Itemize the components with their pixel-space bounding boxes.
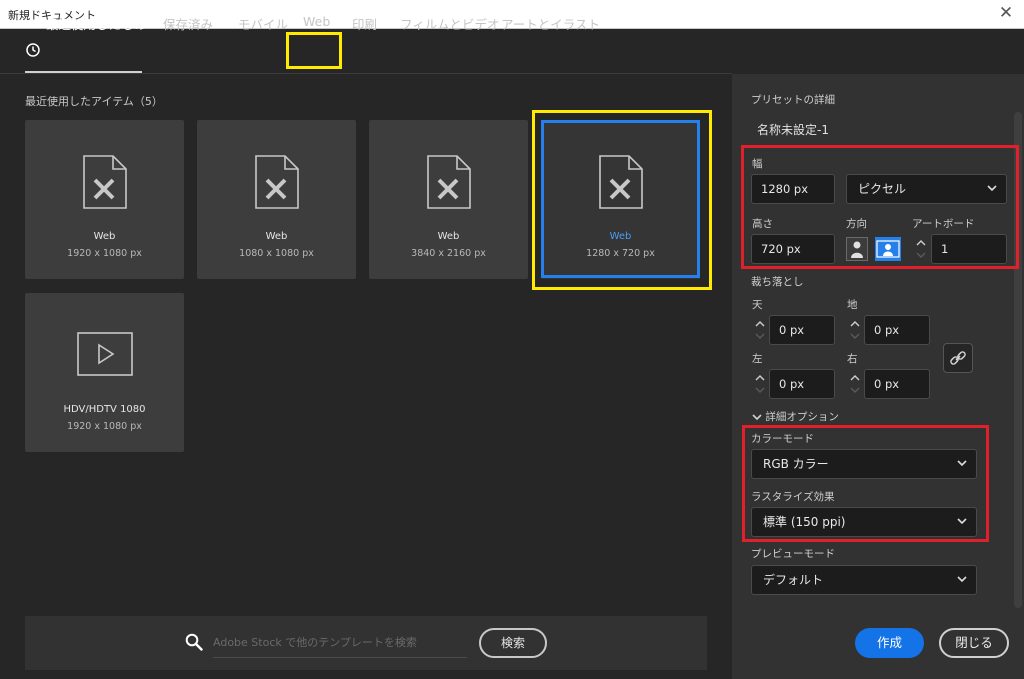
preset-details-header: プリセットの詳細	[751, 94, 835, 106]
bleed-top-stepper[interactable]	[752, 315, 768, 345]
preset-size: 3840 x 2160 px	[411, 248, 486, 259]
advanced-options-toggle[interactable]: 詳細オプション	[752, 409, 839, 424]
document-icon	[427, 155, 471, 209]
preset-size: 1920 x 1080 px	[67, 248, 142, 259]
recent-items-label: 最近使用したアイテム（5）	[25, 95, 163, 108]
web-tab-highlight	[286, 32, 342, 69]
bleed-label: 裁ち落とし	[751, 276, 804, 288]
bleed-top-label: 天	[752, 299, 763, 311]
tab-print[interactable]: 印刷	[352, 14, 377, 33]
stock-search-input[interactable]	[213, 628, 467, 658]
document-icon	[83, 155, 127, 209]
preset-title: HDV/HDTV 1080	[63, 404, 146, 415]
bleed-top-field[interactable]: 0 px	[769, 315, 835, 345]
tab-art-illustration[interactable]: アートとイラスト	[501, 14, 600, 33]
bleed-bottom-stepper[interactable]	[847, 315, 863, 345]
preview-mode-select[interactable]: デフォルト	[751, 565, 977, 595]
preset-card[interactable]: Web 1920 x 1080 px	[25, 120, 184, 279]
size-settings-highlight	[741, 145, 1019, 269]
link-bleed-button[interactable]	[943, 343, 973, 373]
tab-recent[interactable]: 最近使用したもの	[46, 14, 146, 33]
clock-icon	[26, 43, 40, 57]
bleed-right-stepper[interactable]	[847, 369, 863, 399]
tab-bar	[0, 29, 732, 74]
preset-card[interactable]: Web 3840 x 2160 px	[369, 120, 528, 279]
advanced-settings-highlight	[742, 425, 989, 542]
tab-saved[interactable]: 保存済み	[163, 14, 213, 33]
create-button[interactable]: 作成	[855, 628, 924, 658]
bleed-bottom-field[interactable]: 0 px	[864, 315, 930, 345]
preview-mode-label: プレビューモード	[751, 548, 835, 560]
bleed-left-field[interactable]: 0 px	[769, 369, 835, 399]
bleed-right-label: 右	[847, 353, 858, 365]
preset-card[interactable]: Web 1080 x 1080 px	[197, 120, 356, 279]
chevron-down-icon	[957, 576, 967, 583]
tab-web[interactable]: Web	[303, 14, 330, 29]
document-icon	[255, 155, 299, 209]
bleed-left-label: 左	[752, 353, 763, 365]
search-button[interactable]: 検索	[479, 628, 547, 658]
preset-name[interactable]: 名称未設定-1	[757, 121, 829, 138]
selected-card-border	[541, 120, 700, 278]
close-window-icon[interactable]: ✕	[996, 3, 1016, 23]
bleed-left-stepper[interactable]	[752, 369, 768, 399]
preset-title: Web	[437, 231, 460, 242]
preview-mode-value: デフォルト	[763, 573, 824, 587]
search-icon	[185, 633, 203, 651]
preset-size: 1080 x 1080 px	[239, 248, 314, 259]
preset-card[interactable]: HDV/HDTV 1080 1920 x 1080 px	[25, 293, 184, 452]
preset-size: 1920 x 1080 px	[67, 421, 142, 432]
tab-mobile[interactable]: モバイル	[238, 14, 288, 33]
active-tab-underline	[25, 71, 142, 73]
bleed-bottom-label: 地	[847, 299, 858, 311]
preset-title: Web	[93, 231, 116, 242]
close-button[interactable]: 閉じる	[939, 628, 1009, 658]
bleed-right-field[interactable]: 0 px	[864, 369, 930, 399]
preset-title: Web	[265, 231, 288, 242]
link-icon	[950, 351, 966, 365]
video-icon	[77, 332, 133, 376]
advanced-options-label: 詳細オプション	[765, 411, 839, 423]
tab-film-video[interactable]: フィルムとビデオ	[400, 14, 500, 33]
chevron-down-icon	[752, 414, 762, 421]
